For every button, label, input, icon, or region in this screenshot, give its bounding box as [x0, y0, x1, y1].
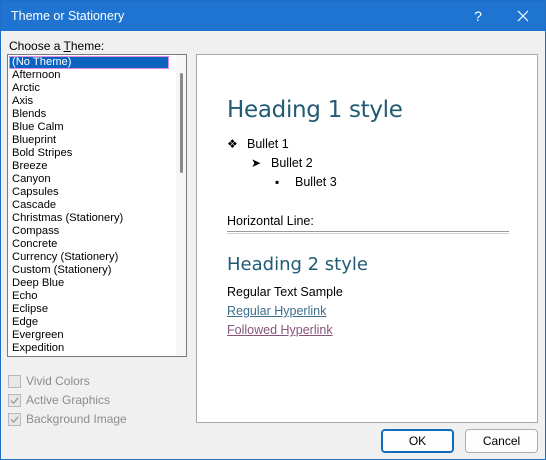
background-image-box[interactable] [8, 412, 21, 426]
theme-list-item[interactable]: Bold Stripes [9, 147, 169, 160]
checkmark-icon [10, 415, 19, 423]
preview-heading1: Heading 1 style [227, 97, 403, 123]
close-button[interactable] [501, 1, 545, 31]
theme-list-item[interactable]: Arctic [9, 82, 169, 95]
background-image-checkbox[interactable]: Background Image [8, 411, 127, 427]
choose-theme-label: Choose a Theme: [9, 39, 105, 53]
theme-list-scrollbar[interactable] [176, 55, 186, 356]
theme-listbox[interactable]: (No Theme) Afternoon Arctic Axis Blends Blue … [7, 54, 187, 357]
theme-list-item[interactable]: Concrete [9, 238, 169, 251]
theme-list-item[interactable]: Blueprint [9, 134, 169, 147]
theme-list-item[interactable]: Expedition [9, 342, 169, 355]
preview-regular-text: Regular Text Sample [227, 285, 343, 299]
theme-list-item[interactable]: Compass [9, 225, 169, 238]
square-bullet-icon: ▪ [275, 175, 280, 189]
theme-list-item[interactable]: Axis [9, 95, 169, 108]
theme-dialog: Theme or Stationery ? Choose a Theme: (N… [0, 0, 546, 460]
preview-bullet2: ➤ Bullet 2 [251, 156, 313, 170]
active-graphics-box[interactable] [8, 393, 21, 407]
theme-list-item[interactable]: Eclipse [9, 303, 169, 316]
preview-hr-label: Horizontal Line: [227, 214, 314, 228]
theme-list-item[interactable]: Custom (Stationery) [9, 264, 169, 277]
help-icon: ? [474, 8, 482, 24]
theme-list-item[interactable]: (No Theme) [9, 56, 169, 69]
help-button[interactable]: ? [456, 1, 500, 31]
background-image-label: Background Image [26, 412, 127, 426]
active-graphics-checkbox[interactable]: Active Graphics [8, 392, 110, 408]
ok-button[interactable]: OK [381, 429, 454, 453]
preview-followed-hyperlink: Followed Hyperlink [227, 323, 333, 337]
diamond-bullet-icon: ❖ [227, 137, 238, 151]
vivid-colors-checkbox[interactable]: Vivid Colors [8, 373, 90, 389]
close-icon [517, 10, 529, 22]
cancel-button[interactable]: Cancel [465, 429, 538, 453]
theme-list-item[interactable]: Blue Calm [9, 121, 169, 134]
scrollbar-thumb[interactable] [180, 73, 183, 173]
theme-list-item[interactable]: Cascade [9, 199, 169, 212]
theme-list-item[interactable]: Echo [9, 290, 169, 303]
preview-heading2: Heading 2 style [227, 254, 368, 275]
theme-list-item[interactable]: Currency (Stationery) [9, 251, 169, 264]
theme-list-item[interactable]: Blends [9, 108, 169, 121]
theme-items: (No Theme) Afternoon Arctic Axis Blends Blue … [9, 56, 169, 355]
arrow-bullet-icon: ➤ [251, 156, 262, 170]
theme-list-item[interactable]: Edge [9, 316, 169, 329]
preview-horizontal-line [227, 231, 509, 234]
theme-list-item[interactable]: Evergreen [9, 329, 169, 342]
theme-list-item[interactable]: Afternoon [9, 69, 169, 82]
theme-list-item[interactable]: Christmas (Stationery) [9, 212, 169, 225]
checkmark-icon [10, 396, 19, 404]
vivid-colors-box[interactable] [8, 374, 21, 388]
theme-list-item[interactable]: Canyon [9, 173, 169, 186]
preview-hyperlink: Regular Hyperlink [227, 304, 327, 318]
title-bar[interactable]: Theme or Stationery ? [1, 1, 545, 31]
vivid-colors-label: Vivid Colors [26, 374, 90, 388]
theme-list-item[interactable]: Capsules [9, 186, 169, 199]
theme-preview-pane: Heading 1 style ❖ Bullet 1 ➤ Bullet 2 ▪ … [196, 54, 538, 423]
theme-list-item[interactable]: Breeze [9, 160, 169, 173]
window-title: Theme or Stationery [11, 9, 125, 23]
active-graphics-label: Active Graphics [26, 393, 111, 407]
preview-bullet3: ▪ Bullet 3 [275, 175, 337, 189]
theme-list-item[interactable]: Deep Blue [9, 277, 169, 290]
preview-bullet1: ❖ Bullet 1 [227, 137, 289, 151]
